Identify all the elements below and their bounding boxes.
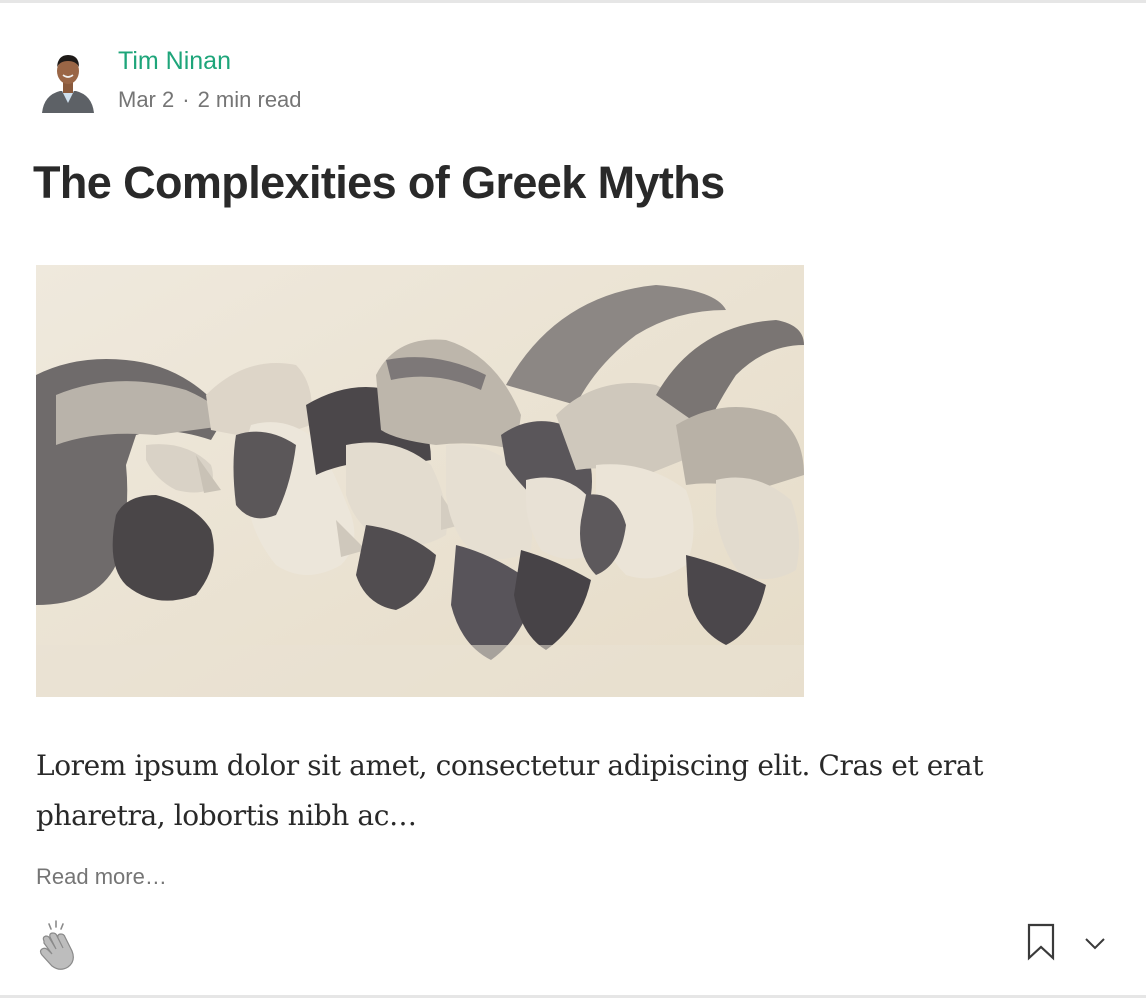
avatar[interactable] (40, 45, 96, 113)
clap-icon[interactable] (34, 919, 82, 971)
author-meta: Tim Ninan Mar 2 · 2 min read (118, 45, 302, 115)
bookmark-icon[interactable] (1026, 923, 1056, 961)
meta-separator: · (182, 87, 190, 112)
chevron-down-icon[interactable] (1082, 931, 1108, 955)
author-row: Tim Ninan Mar 2 · 2 min read (40, 45, 302, 117)
post-date: Mar 2 (118, 87, 175, 112)
post-title[interactable]: The Complexities of Greek Myths (33, 151, 725, 215)
post-card: Tim Ninan Mar 2 · 2 min read The Complexit… (0, 0, 1146, 998)
author-name-link[interactable]: Tim Ninan (118, 45, 302, 77)
post-meta: Mar 2 · 2 min read (118, 85, 302, 115)
hero-image[interactable] (36, 265, 804, 697)
read-more-link[interactable]: Read more… (36, 861, 167, 893)
post-excerpt: Lorem ipsum dolor sit amet, consectetur … (36, 749, 984, 832)
read-time: 2 min read (197, 87, 302, 112)
